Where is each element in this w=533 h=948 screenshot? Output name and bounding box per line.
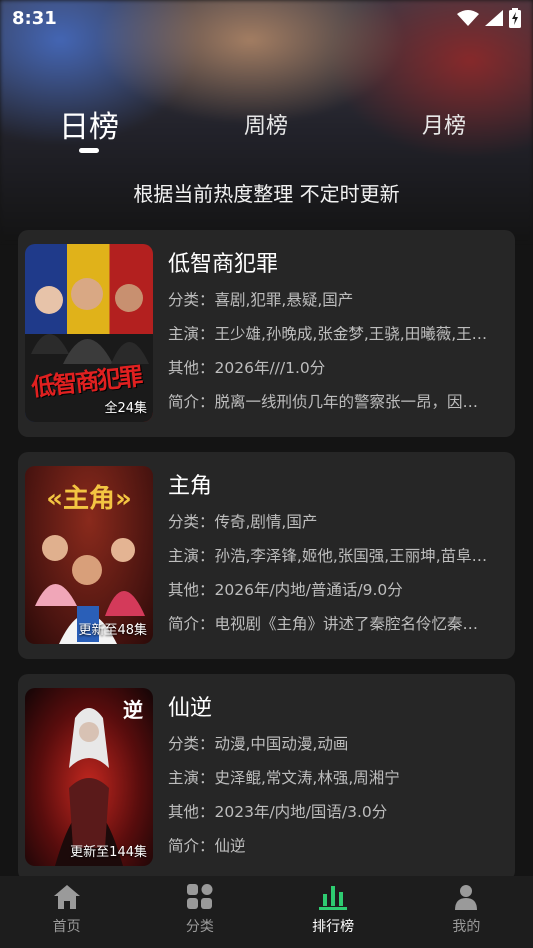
tab-active-indicator [79,148,99,153]
nav-profile-label: 我的 [452,919,481,935]
ranking-icon [319,886,348,910]
nav-home[interactable]: 首页 [0,876,133,948]
poster-title: «主角» [46,484,132,514]
nav-ranking[interactable]: 排行榜 [267,876,400,948]
show-category: 分类：动漫,中国动漫,动画 [168,735,349,753]
show-intro: 简介：脱离一线刑侦几年的警察张一昂，因… [168,393,479,411]
show-intro: 简介：仙逆 [168,837,246,855]
tab-daily[interactable]: 日榜 [59,102,119,153]
show-other: 其他：2026年/内地/普通话/9.0分 [168,581,403,599]
ranking-subtitle: 根据当前热度整理 不定时更新 [133,182,400,206]
status-time: 8:31 [12,7,57,29]
battery-icon [509,8,521,28]
episode-badge: 全24集 [104,401,147,416]
show-category: 分类：传奇,剧情,国产 [168,513,318,531]
tab-daily-label: 日榜 [59,110,119,145]
nav-category-label: 分类 [185,919,214,935]
list-item[interactable]: «主角» 更新至48集 主角 分类：传奇,剧情,国产 主演：孙浩,李泽锋,姬他,… [18,452,515,659]
tab-weekly-label: 周榜 [243,114,289,139]
show-title: 低智商犯罪 [168,252,279,277]
poster-image: 逆 更新至144集 [25,688,153,866]
episode-badge: 更新至48集 [78,623,147,638]
show-other: 其他：2023年/内地/国语/3.0分 [168,803,388,821]
ranking-tabs: 日榜 周榜 月榜 [0,108,533,164]
category-icon [186,884,213,909]
show-other: 其他：2026年///1.0分 [168,359,326,377]
show-cast: 主演：王少雄,孙晚成,张金梦,王骁,田曦薇,王… [168,325,488,343]
show-title: 仙逆 [168,696,213,721]
poster-image: «主角» 更新至48集 [25,466,153,644]
list-item[interactable]: 低智商犯罪 全24集 低智商犯罪 分类：喜剧,犯罪,悬疑,国产 主演：王少雄,孙… [18,230,515,437]
status-icons [457,8,521,28]
show-cast: 主演：史泽鲲,常文涛,林强,周湘宁 [168,769,400,787]
nav-ranking-label: 排行榜 [312,919,355,935]
list-item[interactable]: 逆 更新至144集 仙逆 分类：动漫,中国动漫,动画 主演：史泽鲲,常文涛,林强… [18,674,515,881]
profile-icon [455,885,478,910]
poster-title: 逆 [123,698,143,722]
signal-icon [485,10,503,26]
tab-monthly-label: 月榜 [421,114,467,139]
status-bar: 8:31 [0,0,533,36]
nav-category[interactable]: 分类 [133,876,266,948]
bottom-navigation: 首页 分类 排行榜 我的 [0,876,533,948]
nav-home-label: 首页 [52,919,81,935]
tab-monthly[interactable]: 月榜 [422,108,466,140]
show-intro: 简介：电视剧《主角》讲述了秦腔名伶忆秦… [168,615,479,633]
home-icon [53,885,80,909]
tab-weekly[interactable]: 周榜 [244,108,288,140]
poster-image: 低智商犯罪 全24集 [25,244,153,422]
wifi-icon [457,10,479,26]
show-cast: 主演：孙浩,李泽锋,姬他,张国强,王丽坤,苗阜… [168,547,488,565]
episode-badge: 更新至144集 [70,845,147,860]
show-title: 主角 [168,474,213,499]
show-category: 分类：喜剧,犯罪,悬疑,国产 [168,291,354,309]
nav-profile[interactable]: 我的 [400,876,533,948]
